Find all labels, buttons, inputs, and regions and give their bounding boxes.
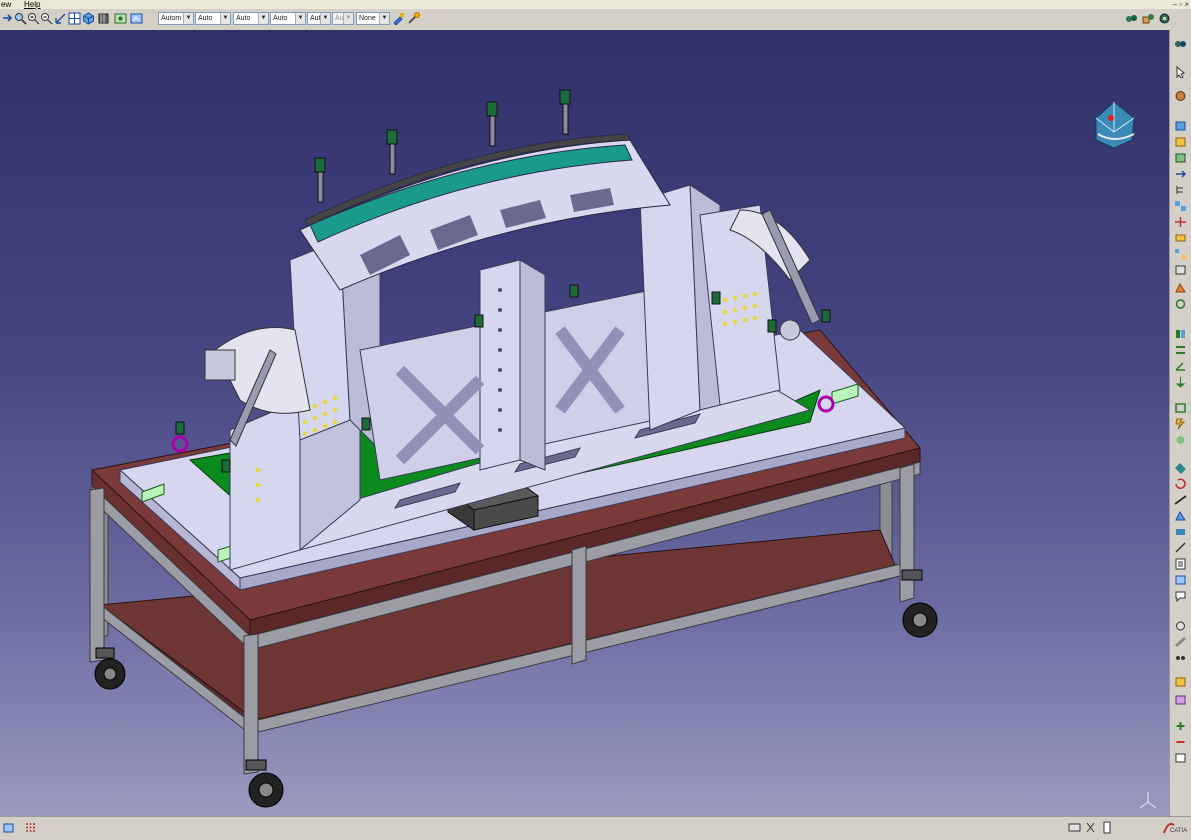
clash-icon[interactable] bbox=[1174, 282, 1187, 294]
reuse-pattern-icon[interactable] bbox=[1174, 462, 1187, 474]
properties-icon[interactable] bbox=[407, 12, 420, 25]
fix-together-icon[interactable] bbox=[1174, 402, 1187, 414]
cut-icon[interactable] bbox=[1084, 821, 1097, 834]
measure-between-icon[interactable] bbox=[1174, 494, 1187, 506]
coincidence-constraint-icon[interactable] bbox=[1174, 298, 1187, 310]
chevron-down-icon: ▼ bbox=[295, 13, 305, 24]
offset-constraint-icon[interactable] bbox=[1174, 344, 1187, 356]
multi-instantiation-icon[interactable] bbox=[1174, 200, 1187, 212]
insert-component-icon[interactable] bbox=[1174, 120, 1187, 132]
contact-constraint-icon[interactable] bbox=[1174, 328, 1187, 340]
compass-widget[interactable] bbox=[1095, 101, 1135, 149]
swap-visible-space-icon[interactable] bbox=[130, 12, 143, 25]
grid-pattern-icon[interactable] bbox=[24, 821, 37, 834]
combo-value: Auto bbox=[198, 15, 213, 22]
menu-bar: ew Help – ▫ × bbox=[0, 0, 1191, 9]
pocket-icon[interactable] bbox=[1174, 694, 1187, 706]
exploded-view-icon[interactable] bbox=[1142, 12, 1155, 25]
isometric-view-icon[interactable] bbox=[82, 12, 95, 25]
angle-constraint-icon[interactable] bbox=[1174, 360, 1187, 372]
quick-constraint-icon[interactable] bbox=[1174, 418, 1187, 430]
combo-value: Autom bbox=[161, 15, 182, 22]
split-icon[interactable] bbox=[1174, 676, 1187, 688]
shading-icon[interactable] bbox=[97, 12, 110, 25]
combo-value: Auto bbox=[236, 15, 251, 22]
remove-icon[interactable] bbox=[1174, 736, 1187, 748]
multi-view-icon[interactable] bbox=[68, 12, 81, 25]
measure-item-icon[interactable] bbox=[1174, 510, 1187, 522]
generate-numbering-icon[interactable] bbox=[1174, 752, 1187, 764]
catia-brand-text: CATIA bbox=[1170, 828, 1188, 834]
manipulation-icon[interactable] bbox=[1174, 216, 1187, 228]
combo-value: None bbox=[359, 15, 376, 22]
measure-inertia-icon[interactable] bbox=[1174, 526, 1187, 538]
combo-value: Auto bbox=[273, 15, 288, 22]
snap-icon[interactable] bbox=[1174, 232, 1187, 244]
graphic-properties-combo-1[interactable]: Autom ▼ bbox=[158, 12, 194, 25]
weld-icon[interactable] bbox=[1174, 636, 1187, 648]
bill-of-material-icon[interactable] bbox=[1174, 558, 1187, 570]
assembly-workbench-icon[interactable] bbox=[1174, 38, 1187, 50]
menu-view[interactable]: ew bbox=[1, 0, 11, 9]
window-controls[interactable]: – ▫ × bbox=[1173, 0, 1189, 9]
workbench-toolbar bbox=[1169, 30, 1191, 816]
graphic-properties-combo-6[interactable]: Aut ▼ bbox=[332, 12, 354, 25]
combo-value: Aut bbox=[310, 15, 321, 22]
chevron-down-icon: ▼ bbox=[258, 13, 268, 24]
stop-manipulate-icon[interactable] bbox=[1174, 264, 1187, 276]
tree-toggle-icon[interactable] bbox=[3, 821, 16, 834]
hole-series-icon[interactable] bbox=[1174, 652, 1187, 664]
top-arched-beam bbox=[299, 133, 671, 291]
graph-tree-reorder-icon[interactable] bbox=[1174, 184, 1187, 196]
graphic-properties-combo-2[interactable]: Auto ▼ bbox=[195, 12, 231, 25]
sectioning-icon[interactable] bbox=[1174, 542, 1187, 554]
annotation-icon[interactable] bbox=[1174, 590, 1187, 602]
graphic-properties-combo-7[interactable]: None ▼ bbox=[356, 12, 390, 25]
product-icon[interactable] bbox=[1174, 90, 1187, 102]
select-arrow-icon[interactable] bbox=[1174, 66, 1187, 78]
fixture-model-3d[interactable] bbox=[0, 30, 1169, 816]
graphic-properties-combo-4[interactable]: Auto ▼ bbox=[270, 12, 306, 25]
replace-component-icon[interactable] bbox=[1174, 168, 1187, 180]
insert-part-icon[interactable] bbox=[1174, 136, 1187, 148]
chevron-down-icon: ▼ bbox=[320, 13, 330, 24]
update-all-icon[interactable] bbox=[1174, 478, 1187, 490]
existing-component-icon[interactable] bbox=[1174, 152, 1187, 164]
chevron-down-icon: ▼ bbox=[379, 13, 389, 24]
scene-icon[interactable] bbox=[1174, 574, 1187, 586]
copy-icon[interactable] bbox=[1100, 821, 1113, 834]
zoom-in-icon[interactable] bbox=[27, 12, 40, 25]
fix-component-icon[interactable] bbox=[1174, 376, 1187, 388]
status-bar: CATIA bbox=[0, 816, 1191, 838]
chevron-down-icon: ▼ bbox=[220, 13, 230, 24]
normal-view-icon[interactable] bbox=[54, 12, 67, 25]
catia-logo: CATIA bbox=[1160, 819, 1188, 837]
flexible-sub-assembly-icon[interactable] bbox=[1174, 434, 1187, 446]
stop-command-icon[interactable] bbox=[1068, 821, 1081, 834]
zoom-out-icon[interactable] bbox=[40, 12, 53, 25]
axis-triad bbox=[1139, 792, 1157, 809]
chevron-down-icon: ▼ bbox=[343, 13, 353, 24]
explode-icon[interactable] bbox=[1174, 248, 1187, 260]
painter-icon[interactable] bbox=[392, 12, 405, 25]
publication-icon[interactable] bbox=[1174, 620, 1187, 632]
graphic-properties-combo-3[interactable]: Auto ▼ bbox=[233, 12, 269, 25]
add-icon[interactable] bbox=[1174, 720, 1187, 732]
graphic-properties-combo-5[interactable]: Aut ▼ bbox=[307, 12, 331, 25]
3d-viewport[interactable] bbox=[0, 30, 1169, 816]
hide-show-icon[interactable] bbox=[114, 12, 127, 25]
fit-all-in-icon[interactable] bbox=[14, 12, 27, 25]
chevron-down-icon: ▼ bbox=[183, 13, 193, 24]
digital-mockup-icon[interactable] bbox=[1125, 12, 1138, 25]
view-toolbar: Autom ▼ Auto ▼ Auto ▼ Auto ▼ Aut ▼ Aut ▼ None ▼ bbox=[0, 9, 1191, 31]
menu-help[interactable]: Help bbox=[24, 0, 40, 9]
assembly-design-icon[interactable] bbox=[1158, 12, 1171, 25]
